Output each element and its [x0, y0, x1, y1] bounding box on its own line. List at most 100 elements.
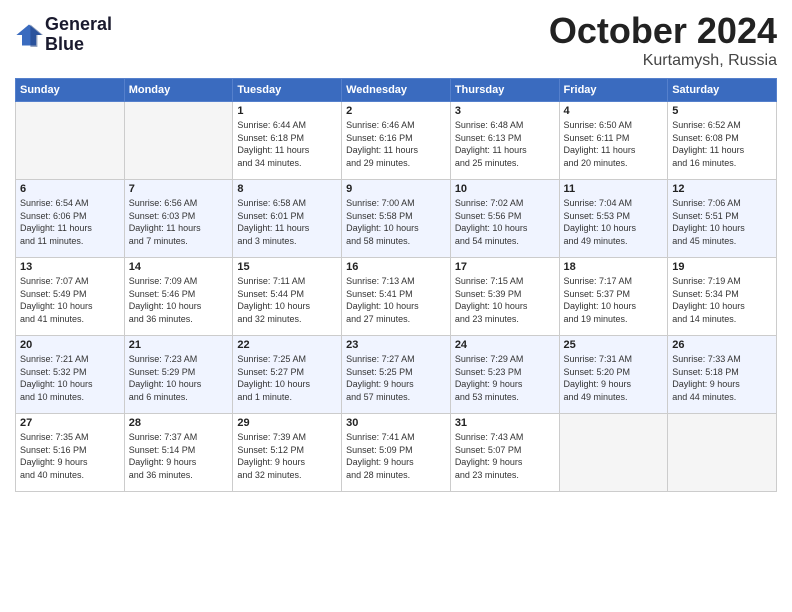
day-number: 20: [20, 339, 120, 351]
day-info: Sunrise: 7:21 AM Sunset: 5:32 PM Dayligh…: [20, 353, 120, 403]
day-number: 4: [564, 105, 664, 117]
day-info: Sunrise: 7:33 AM Sunset: 5:18 PM Dayligh…: [672, 353, 772, 403]
day-info: Sunrise: 7:02 AM Sunset: 5:56 PM Dayligh…: [455, 197, 555, 247]
day-number: 15: [237, 261, 337, 273]
day-info: Sunrise: 7:15 AM Sunset: 5:39 PM Dayligh…: [455, 275, 555, 325]
day-number: 26: [672, 339, 772, 351]
day-number: 29: [237, 417, 337, 429]
day-info: Sunrise: 6:44 AM Sunset: 6:18 PM Dayligh…: [237, 119, 337, 169]
day-info: Sunrise: 7:13 AM Sunset: 5:41 PM Dayligh…: [346, 275, 446, 325]
day-number: 14: [129, 261, 229, 273]
day-info: Sunrise: 6:48 AM Sunset: 6:13 PM Dayligh…: [455, 119, 555, 169]
title-block: October 2024 Kurtamysh, Russia: [549, 10, 777, 70]
calendar-cell: 13 Sunrise: 7:07 AM Sunset: 5:49 PM Dayli…: [16, 258, 125, 336]
day-number: 21: [129, 339, 229, 351]
calendar-cell: 31 Sunrise: 7:43 AM Sunset: 5:07 PM Dayli…: [450, 414, 559, 492]
day-number: 17: [455, 261, 555, 273]
calendar-cell: 19 Sunrise: 7:19 AM Sunset: 5:34 PM Dayli…: [668, 258, 777, 336]
logo-text-line1: General: [45, 15, 112, 35]
th-wednesday: Wednesday: [342, 79, 451, 102]
th-thursday: Thursday: [450, 79, 559, 102]
calendar-cell: 9 Sunrise: 7:00 AM Sunset: 5:58 PM Daylig…: [342, 180, 451, 258]
calendar-cell: 20 Sunrise: 7:21 AM Sunset: 5:32 PM Dayli…: [16, 336, 125, 414]
day-number: 12: [672, 183, 772, 195]
day-number: 25: [564, 339, 664, 351]
calendar-cell: 17 Sunrise: 7:15 AM Sunset: 5:39 PM Dayli…: [450, 258, 559, 336]
day-number: 5: [672, 105, 772, 117]
calendar-cell: 10 Sunrise: 7:02 AM Sunset: 5:56 PM Dayli…: [450, 180, 559, 258]
day-info: Sunrise: 6:54 AM Sunset: 6:06 PM Dayligh…: [20, 197, 120, 247]
calendar-cell: 3 Sunrise: 6:48 AM Sunset: 6:13 PM Daylig…: [450, 102, 559, 180]
day-info: Sunrise: 6:46 AM Sunset: 6:16 PM Dayligh…: [346, 119, 446, 169]
calendar-row-4: 20 Sunrise: 7:21 AM Sunset: 5:32 PM Dayli…: [16, 336, 777, 414]
day-number: 1: [237, 105, 337, 117]
header-row: Sunday Monday Tuesday Wednesday Thursday…: [16, 79, 777, 102]
page-header: General Blue October 2024 Kurtamysh, Rus…: [15, 10, 777, 70]
th-friday: Friday: [559, 79, 668, 102]
day-info: Sunrise: 7:04 AM Sunset: 5:53 PM Dayligh…: [564, 197, 664, 247]
day-number: 10: [455, 183, 555, 195]
calendar-cell: 26 Sunrise: 7:33 AM Sunset: 5:18 PM Dayli…: [668, 336, 777, 414]
day-info: Sunrise: 7:23 AM Sunset: 5:29 PM Dayligh…: [129, 353, 229, 403]
calendar-cell: 27 Sunrise: 7:35 AM Sunset: 5:16 PM Dayli…: [16, 414, 125, 492]
day-info: Sunrise: 7:00 AM Sunset: 5:58 PM Dayligh…: [346, 197, 446, 247]
calendar-cell: 2 Sunrise: 6:46 AM Sunset: 6:16 PM Daylig…: [342, 102, 451, 180]
calendar-cell: 30 Sunrise: 7:41 AM Sunset: 5:09 PM Dayli…: [342, 414, 451, 492]
calendar-table: Sunday Monday Tuesday Wednesday Thursday…: [15, 78, 777, 492]
day-info: Sunrise: 7:09 AM Sunset: 5:46 PM Dayligh…: [129, 275, 229, 325]
day-number: 23: [346, 339, 446, 351]
calendar-cell: 6Sunrise: 6:54 AM Sunset: 6:06 PM Daylig…: [16, 180, 125, 258]
calendar-cell: 8 Sunrise: 6:58 AM Sunset: 6:01 PM Daylig…: [233, 180, 342, 258]
day-info: Sunrise: 6:56 AM Sunset: 6:03 PM Dayligh…: [129, 197, 229, 247]
calendar-cell: 15 Sunrise: 7:11 AM Sunset: 5:44 PM Dayli…: [233, 258, 342, 336]
calendar-row-1: 1 Sunrise: 6:44 AM Sunset: 6:18 PM Daylig…: [16, 102, 777, 180]
day-info: Sunrise: 7:06 AM Sunset: 5:51 PM Dayligh…: [672, 197, 772, 247]
calendar-cell: 22Sunrise: 7:25 AM Sunset: 5:27 PM Dayli…: [233, 336, 342, 414]
day-info: Sunrise: 6:58 AM Sunset: 6:01 PM Dayligh…: [237, 197, 337, 247]
day-info: Sunrise: 6:52 AM Sunset: 6:08 PM Dayligh…: [672, 119, 772, 169]
day-number: 2: [346, 105, 446, 117]
day-number: 7: [129, 183, 229, 195]
calendar-cell: [16, 102, 125, 180]
calendar-cell: 18 Sunrise: 7:17 AM Sunset: 5:37 PM Dayli…: [559, 258, 668, 336]
logo-text-line2: Blue: [45, 35, 112, 55]
day-info: Sunrise: 7:19 AM Sunset: 5:34 PM Dayligh…: [672, 275, 772, 325]
day-info: Sunrise: 7:17 AM Sunset: 5:37 PM Dayligh…: [564, 275, 664, 325]
day-number: 8: [237, 183, 337, 195]
calendar-cell: [668, 414, 777, 492]
day-info: Sunrise: 7:35 AM Sunset: 5:16 PM Dayligh…: [20, 431, 120, 481]
calendar-row-2: 6Sunrise: 6:54 AM Sunset: 6:06 PM Daylig…: [16, 180, 777, 258]
calendar-cell: 21 Sunrise: 7:23 AM Sunset: 5:29 PM Dayli…: [124, 336, 233, 414]
day-number: 28: [129, 417, 229, 429]
day-number: 13: [20, 261, 120, 273]
calendar-cell: 7 Sunrise: 6:56 AM Sunset: 6:03 PM Daylig…: [124, 180, 233, 258]
day-info: Sunrise: 7:29 AM Sunset: 5:23 PM Dayligh…: [455, 353, 555, 403]
day-info: Sunrise: 7:31 AM Sunset: 5:20 PM Dayligh…: [564, 353, 664, 403]
day-number: 30: [346, 417, 446, 429]
th-sunday: Sunday: [16, 79, 125, 102]
day-number: 19: [672, 261, 772, 273]
th-monday: Monday: [124, 79, 233, 102]
calendar-row-3: 13 Sunrise: 7:07 AM Sunset: 5:49 PM Dayli…: [16, 258, 777, 336]
day-number: 31: [455, 417, 555, 429]
day-number: 18: [564, 261, 664, 273]
day-number: 16: [346, 261, 446, 273]
day-info: Sunrise: 7:07 AM Sunset: 5:49 PM Dayligh…: [20, 275, 120, 325]
calendar-cell: 4Sunrise: 6:50 AM Sunset: 6:11 PM Daylig…: [559, 102, 668, 180]
day-info: Sunrise: 7:41 AM Sunset: 5:09 PM Dayligh…: [346, 431, 446, 481]
day-number: 3: [455, 105, 555, 117]
page-container: General Blue October 2024 Kurtamysh, Rus…: [0, 0, 792, 502]
calendar-cell: 11 Sunrise: 7:04 AM Sunset: 5:53 PM Dayli…: [559, 180, 668, 258]
calendar-row-5: 27 Sunrise: 7:35 AM Sunset: 5:16 PM Dayli…: [16, 414, 777, 492]
th-saturday: Saturday: [668, 79, 777, 102]
day-info: Sunrise: 7:27 AM Sunset: 5:25 PM Dayligh…: [346, 353, 446, 403]
day-info: Sunrise: 7:43 AM Sunset: 5:07 PM Dayligh…: [455, 431, 555, 481]
day-info: Sunrise: 7:11 AM Sunset: 5:44 PM Dayligh…: [237, 275, 337, 325]
day-number: 11: [564, 183, 664, 195]
calendar-cell: 12 Sunrise: 7:06 AM Sunset: 5:51 PM Dayli…: [668, 180, 777, 258]
calendar-cell: 28Sunrise: 7:37 AM Sunset: 5:14 PM Dayli…: [124, 414, 233, 492]
calendar-cell: [559, 414, 668, 492]
day-number: 27: [20, 417, 120, 429]
day-info: Sunrise: 7:39 AM Sunset: 5:12 PM Dayligh…: [237, 431, 337, 481]
day-number: 9: [346, 183, 446, 195]
